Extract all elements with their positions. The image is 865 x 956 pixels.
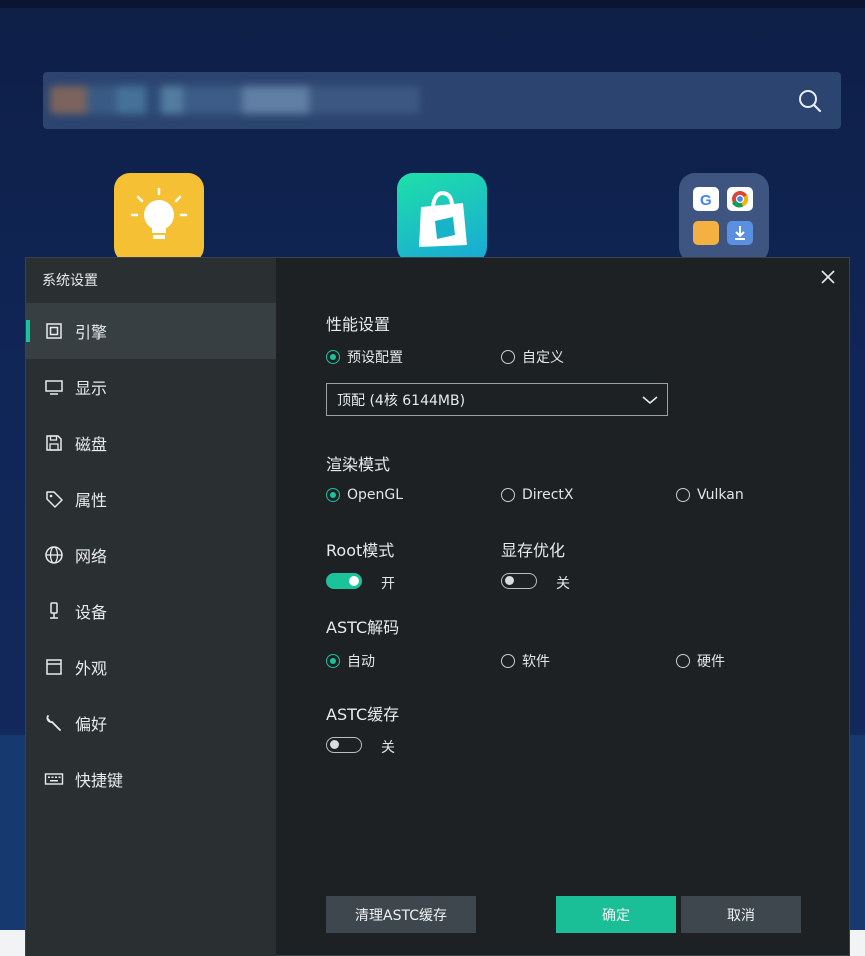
desktop-top-strip (0, 0, 865, 8)
root-mode-title: Root模式 (326, 541, 395, 560)
sidebar-item-label: 偏好 (75, 715, 108, 734)
radio-indicator (326, 488, 340, 502)
sidebar-item-shortcuts[interactable]: 快捷键 (26, 751, 276, 807)
radio-label: OpenGL (347, 487, 404, 503)
radio-astc-auto[interactable]: 自动 (326, 651, 375, 671)
sidebar-item-preferences[interactable]: 偏好 (26, 695, 276, 751)
shopping-bag-icon (419, 190, 467, 247)
radio-indicator (501, 488, 515, 502)
blurred-search-text (50, 86, 420, 114)
radio-label: 预设配置 (347, 350, 403, 366)
sidebar-item-label: 显示 (75, 379, 108, 398)
sidebar-item-label: 网络 (75, 547, 108, 566)
preset-config-select[interactable]: 顶配 (4核 6144MB) (326, 383, 668, 416)
memory-optimization-state: 关 (556, 576, 570, 592)
performance-section-title: 性能设置 (326, 315, 391, 334)
memory-optimization-title: 显存优化 (501, 541, 566, 560)
sidebar-item-network[interactable]: 网络 (26, 527, 276, 583)
radio-label: 自动 (347, 654, 375, 670)
radio-preset-config[interactable]: 预设配置 (326, 347, 403, 367)
radio-vulkan[interactable]: Vulkan (676, 487, 744, 503)
sidebar-item-disk[interactable]: 磁盘 (26, 415, 276, 471)
app-lightbulb-icon[interactable] (114, 173, 204, 263)
save-disk-icon (46, 435, 62, 451)
confirm-button[interactable]: 确定 (556, 896, 676, 933)
radio-astc-hardware[interactable]: 硬件 (676, 651, 725, 671)
radio-opengl[interactable]: OpenGL (326, 487, 403, 503)
app-folder-icon[interactable]: G (679, 173, 769, 263)
wrench-icon (46, 715, 61, 731)
search-icon[interactable] (797, 88, 823, 114)
chevron-down-icon (642, 396, 658, 405)
download-icon (727, 221, 753, 245)
window-icon (46, 659, 62, 675)
render-section-title: 渲染模式 (326, 455, 391, 474)
sidebar-item-label: 磁盘 (75, 435, 108, 454)
sidebar-item-label: 设备 (75, 603, 108, 622)
astc-decode-title: ASTC解码 (326, 618, 400, 637)
memory-optimization-toggle[interactable] (501, 573, 537, 589)
app-store-icon[interactable] (397, 173, 487, 263)
cancel-button[interactable]: 取消 (681, 896, 801, 933)
sidebar-item-display[interactable]: 显示 (26, 359, 276, 415)
radio-indicator (501, 350, 515, 364)
dialog-title: 系统设置 (42, 273, 98, 289)
radio-label: 软件 (522, 654, 550, 670)
clear-astc-cache-button[interactable]: 清理ASTC缓存 (326, 896, 476, 933)
radio-directx[interactable]: DirectX (501, 487, 574, 503)
tag-icon (46, 491, 63, 508)
sidebar-item-label: 属性 (75, 491, 108, 510)
astc-cache-title: ASTC缓存 (326, 705, 400, 724)
sidebar-item-properties[interactable]: 属性 (26, 471, 276, 527)
chrome-icon (727, 187, 753, 211)
radio-label: Vulkan (697, 487, 744, 503)
settings-sidebar: 系统设置 引擎 显示 磁盘 属性 网络 设备 外观 偏好 快捷键 (26, 258, 276, 956)
lightbulb-icon (130, 187, 188, 239)
sidebar-item-appearance[interactable]: 外观 (26, 639, 276, 695)
radio-indicator (676, 488, 690, 502)
root-mode-state: 开 (381, 576, 395, 592)
chip-icon (46, 323, 62, 339)
sidebar-item-label: 引擎 (75, 323, 108, 342)
google-icon: G (693, 187, 719, 211)
radio-astc-software[interactable]: 软件 (501, 651, 550, 671)
microphone-icon (50, 602, 58, 619)
radio-custom-config[interactable]: 自定义 (501, 347, 564, 367)
close-icon[interactable] (817, 266, 839, 288)
root-mode-toggle[interactable] (326, 573, 362, 589)
globe-icon (45, 546, 63, 564)
radio-indicator (326, 350, 340, 364)
radio-label: DirectX (522, 487, 574, 503)
sidebar-item-device[interactable]: 设备 (26, 583, 276, 639)
sidebar-item-label: 快捷键 (75, 771, 124, 790)
sidebar-item-engine[interactable]: 引擎 (26, 303, 276, 359)
select-value: 顶配 (4核 6144MB) (337, 392, 466, 409)
files-icon (693, 221, 719, 245)
sidebar-item-label: 外观 (75, 659, 108, 678)
astc-cache-toggle[interactable] (326, 737, 362, 753)
radio-indicator (501, 654, 515, 668)
astc-cache-state: 关 (381, 740, 395, 756)
radio-label: 自定义 (522, 350, 564, 366)
radio-label: 硬件 (697, 654, 725, 670)
radio-indicator (326, 654, 340, 668)
keyboard-icon (44, 773, 64, 785)
radio-indicator (676, 654, 690, 668)
settings-dialog: 系统设置 引擎 显示 磁盘 属性 网络 设备 外观 偏好 快捷键 性能设置 预设… (25, 257, 850, 956)
svg-text:G: G (700, 192, 712, 209)
monitor-icon (45, 380, 63, 395)
